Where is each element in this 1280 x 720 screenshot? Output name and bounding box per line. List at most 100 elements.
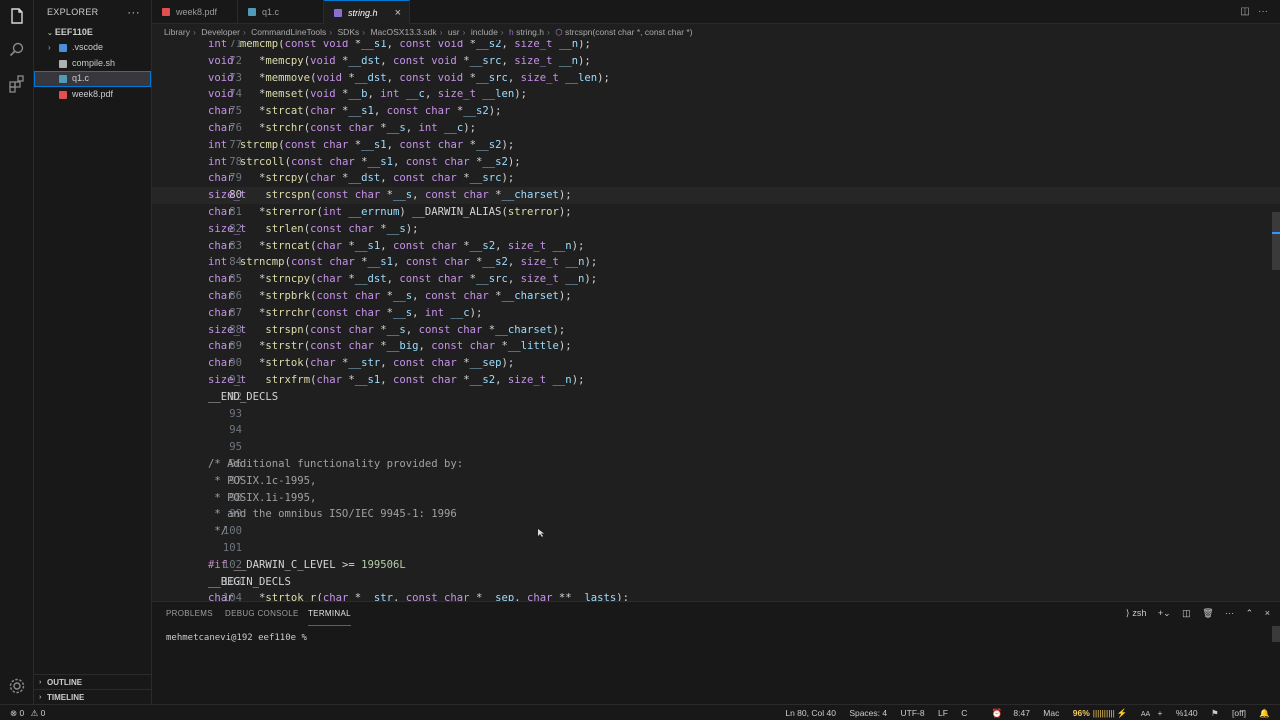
code-line[interactable]: 89 char *strstr(const char *__big, const … — [152, 338, 1280, 355]
code-line[interactable]: 74 void *memset(void *__b, int __c, size_… — [152, 86, 1280, 103]
new-terminal-icon[interactable]: +⌄ — [1158, 608, 1171, 618]
code-line[interactable]: 90 char *strtok(char *__str, const char *… — [152, 355, 1280, 372]
code-line[interactable]: 82 size_t strlen(const char *__s); — [152, 221, 1280, 238]
code-line[interactable]: 73 void *memmove(void *__dst, const void … — [152, 70, 1280, 87]
tree-item-label: q1.c — [72, 73, 90, 83]
line-number: 94 — [229, 424, 242, 437]
bell-icon[interactable]: 🔔 — [1259, 708, 1270, 718]
code-text: size_t strxfrm(char *__s1, const char *_… — [208, 374, 585, 386]
code-line[interactable]: 99 * and the omnibus ISO/IEC 9945-1: 199… — [152, 506, 1280, 523]
font-size-icon: AA — [1140, 711, 1151, 718]
code-text: * POSIX.1i-1995, — [208, 491, 317, 504]
breadcrumb-item[interactable]: string.h — [516, 27, 544, 37]
code-line[interactable]: 104 char *strtok_r(char *__str, const cha… — [152, 590, 1280, 601]
code-line[interactable]: 75 char *strcat(char *__s1, const char *_… — [152, 103, 1280, 120]
breadcrumb: Library › Developer › CommandLineTools › SD… — [152, 24, 1280, 40]
header-file-icon — [334, 9, 342, 17]
code-line[interactable]: 91 size_t strxfrm(char *__s1, const char … — [152, 372, 1280, 389]
explorer-icon[interactable] — [7, 6, 27, 26]
code-line[interactable]: 101 — [152, 540, 1280, 557]
code-line[interactable]: 93 — [152, 406, 1280, 423]
tree-item-week8-pdf[interactable]: week8.pdf — [34, 87, 151, 103]
language-mode[interactable]: C — [961, 708, 967, 718]
editor-scrollbar[interactable] — [1272, 212, 1280, 270]
terminal-prompt: mehmetcanevi@192 eef110e % — [166, 633, 307, 643]
error-icon: ⊗ — [10, 708, 18, 718]
code-line[interactable]: 96/* Additional functionality provided b… — [152, 456, 1280, 473]
code-line[interactable]: 85 char *strncpy(char *__dst, const char … — [152, 271, 1280, 288]
breadcrumb-item[interactable]: CommandLineTools — [251, 27, 326, 37]
timeline-section[interactable]: › TIMELINE — [34, 689, 152, 704]
code-line[interactable]: 88 size_t strspn(const char *__s, const c… — [152, 322, 1280, 339]
breadcrumb-item[interactable]: strcspn(const char *, const char *) — [565, 27, 693, 37]
more-actions-icon[interactable]: ··· — [1258, 6, 1268, 17]
tab-string-h[interactable]: string.h × — [324, 0, 410, 24]
code-line[interactable]: 79 char *strcpy(char *__dst, const char *… — [152, 170, 1280, 187]
status-extra[interactable]: [off] — [1232, 708, 1246, 718]
gear-icon[interactable] — [7, 676, 27, 696]
tree-item-vscode[interactable]: › .vscode — [34, 40, 151, 56]
code-text: int strcoll(const char *__s1, const char… — [208, 155, 521, 168]
breadcrumb-item[interactable]: include — [471, 27, 498, 37]
code-line[interactable]: 87 char *strrchr(const char *__s, int __c… — [152, 305, 1280, 322]
breadcrumb-item[interactable]: Developer — [201, 27, 240, 37]
tab-q1-c[interactable]: q1.c — [238, 0, 324, 24]
workspace-folder[interactable]: ⌄ EEF110E — [34, 24, 151, 40]
editor-actions: ◫ ··· — [1240, 6, 1268, 17]
breadcrumb-item[interactable]: Library — [164, 27, 190, 37]
code-line[interactable]: 97 * POSIX.1c-1995, — [152, 473, 1280, 490]
code-line[interactable]: 71 int memcmp(const void *__s1, const voi… — [152, 40, 1280, 53]
more-actions-icon[interactable]: ··· — [1225, 608, 1234, 618]
more-actions-icon[interactable]: ··· — [127, 0, 140, 24]
trash-icon[interactable]: 🗑 — [1202, 608, 1213, 618]
code-line[interactable]: 72 void *memcpy(void *__dst, const void *… — [152, 53, 1280, 70]
outline-section[interactable]: › OUTLINE — [34, 674, 152, 689]
code-line[interactable]: 84 int strncmp(const char *__s1, const ch… — [152, 254, 1280, 271]
code-line[interactable]: 86 char *strpbrk(const char *__s, const c… — [152, 288, 1280, 305]
close-icon[interactable]: × — [395, 1, 401, 25]
code-line[interactable]: 94 — [152, 422, 1280, 439]
maximize-panel-icon[interactable]: ⌃ — [1246, 608, 1254, 618]
code-line[interactable]: 98 * POSIX.1i-1995, — [152, 490, 1280, 507]
close-icon[interactable]: × — [1265, 608, 1270, 618]
code-text: char *strrchr(const char *__s, int __c); — [208, 306, 483, 319]
code-text: char *strtok_r(char *__str, const char *… — [208, 592, 630, 601]
tab-problems[interactable]: PROBLEMS — [166, 602, 213, 626]
tree-item-compile-sh[interactable]: compile.sh — [34, 56, 151, 72]
code-line[interactable]: 102 #if __DARWIN_C_LEVEL >= 199506L — [152, 557, 1280, 574]
code-line[interactable]: 83 char *strncat(char *__s1, const char *… — [152, 238, 1280, 255]
split-terminal-icon[interactable]: ◫ — [1182, 608, 1191, 618]
problems-status[interactable]: ⊗ 0 ⚠ 0 — [10, 705, 45, 720]
code-line[interactable]: 80 size_t strcspn(const char *__s, const … — [152, 187, 1280, 204]
zoom-in-icon[interactable]: + — [1158, 708, 1163, 718]
code-editor[interactable]: 71 int memcmp(const void *__s1, const voi… — [152, 40, 1280, 601]
terminal-scrollbar[interactable] — [1272, 626, 1280, 642]
zoom-level[interactable]: %140 — [1176, 708, 1198, 718]
breadcrumb-item[interactable]: SDKs — [338, 27, 360, 37]
breadcrumb-item[interactable]: MacOSX13.3.sdk — [370, 27, 436, 37]
tab-week8-pdf[interactable]: week8.pdf — [152, 0, 238, 24]
extensions-icon[interactable] — [7, 74, 27, 94]
tree-item-q1-c[interactable]: q1.c — [34, 71, 151, 87]
code-line[interactable]: 95 — [152, 439, 1280, 456]
code-line[interactable]: 92 __END_DECLS — [152, 389, 1280, 406]
code-line[interactable]: 78 int strcoll(const char *__s1, const ch… — [152, 154, 1280, 171]
tab-terminal[interactable]: TERMINAL — [308, 602, 351, 626]
split-editor-icon[interactable]: ◫ — [1240, 6, 1249, 17]
code-line[interactable]: 103 __BEGIN_DECLS — [152, 574, 1280, 591]
code-line[interactable]: 77 int strcmp(const char *__s1, const cha… — [152, 137, 1280, 154]
code-line[interactable]: 76 char *strchr(const char *__s, int __c)… — [152, 120, 1280, 137]
indentation[interactable]: Spaces: 4 — [849, 708, 887, 718]
encoding[interactable]: UTF-8 — [901, 708, 925, 718]
code-line[interactable]: 100 */ — [152, 523, 1280, 540]
shell-name[interactable]: zsh — [1132, 608, 1146, 618]
cursor-position[interactable]: Ln 80, Col 40 — [785, 708, 836, 718]
code-line[interactable]: 81 char *strerror(int __errnum) __DARWIN_… — [152, 204, 1280, 221]
terminal-output[interactable]: mehmetcanevi@192 eef110e % — [166, 630, 313, 643]
breadcrumb-item[interactable]: usr — [448, 27, 460, 37]
line-ending[interactable]: LF — [938, 708, 948, 718]
tab-debug-console[interactable]: DEBUG CONSOLE — [225, 602, 299, 626]
timeline-label: TIMELINE — [47, 693, 85, 702]
search-icon[interactable] — [7, 40, 27, 60]
notification-icon[interactable]: ⚑ — [1211, 708, 1219, 718]
